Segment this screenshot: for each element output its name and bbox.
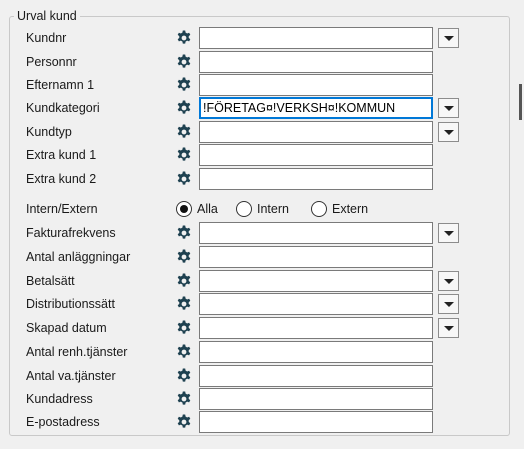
row-kundtyp: Kundtyp [0,121,524,143]
row-intern-extern: Intern/Extern Alla Intern Extern [0,198,524,220]
antal-anlaggningar-field[interactable] [199,246,433,268]
extrakund2-field[interactable] [199,168,433,190]
betalsatt-label: Betalsätt [26,274,75,288]
row-efternamn1: Efternamn 1 [0,74,524,96]
chevron-down-icon[interactable] [438,294,459,314]
gear-icon[interactable] [176,147,192,163]
extrakund2-label: Extra kund 2 [26,172,97,186]
chevron-down-icon[interactable] [438,223,459,243]
radio-alla-indicator[interactable] [176,201,192,217]
gear-icon[interactable] [176,77,192,93]
extrakund1-field[interactable] [199,144,433,166]
radio-extern-label[interactable]: Extern [332,201,368,217]
row-personnr: Personnr [0,51,524,73]
radio-extern-indicator[interactable] [311,201,327,217]
gear-icon[interactable] [176,391,192,407]
row-epostadress: E-postadress [0,411,524,433]
group-title: Urval kund [14,8,80,24]
row-kundnr: Kundnr [0,27,524,49]
row-skapad-datum: Skapad datum [0,317,524,339]
efternamn1-field[interactable] [199,74,433,96]
chevron-down-icon[interactable] [438,318,459,338]
antal-anlaggningar-label: Antal anläggningar [26,250,131,264]
efternamn1-label: Efternamn 1 [26,78,95,92]
radio-intern-label[interactable]: Intern [257,201,289,217]
epostadress-label: E-postadress [26,415,100,429]
intern-extern-label: Intern/Extern [26,202,98,216]
antal-va-field[interactable] [199,365,433,387]
kundnr-label: Kundnr [26,31,67,45]
kundkategori-label: Kundkategori [26,101,100,115]
skapad-datum-field[interactable] [199,317,433,339]
gear-icon[interactable] [176,344,192,360]
kundnr-field[interactable] [199,27,433,49]
row-extrakund2: Extra kund 2 [0,168,524,190]
antal-va-label: Antal va.tjänster [26,369,116,383]
gear-icon[interactable] [176,54,192,70]
radio-alla-label[interactable]: Alla [197,201,218,217]
gear-icon[interactable] [176,249,192,265]
gear-icon[interactable] [176,414,192,430]
radio-intern-indicator[interactable] [236,201,252,217]
row-kundadress: Kundadress [0,388,524,410]
antal-renh-field[interactable] [199,341,433,363]
fakturafrekvens-label: Fakturafrekvens [26,226,116,240]
window-edge-divider [519,84,522,120]
row-fakturafrekvens: Fakturafrekvens [0,222,524,244]
row-antal-va: Antal va.tjänster [0,365,524,387]
personnr-label: Personnr [26,55,77,69]
chevron-down-icon[interactable] [438,28,459,48]
gear-icon[interactable] [176,225,192,241]
gear-icon[interactable] [176,368,192,384]
kundtyp-label: Kundtyp [26,125,72,139]
gear-icon[interactable] [176,171,192,187]
gear-icon[interactable] [176,100,192,116]
extrakund1-label: Extra kund 1 [26,148,97,162]
row-antal-renh: Antal renh.tjänster [0,341,524,363]
skapad-datum-label: Skapad datum [26,321,107,335]
row-distributionssatt: Distributionssätt [0,293,524,315]
row-antal-anlaggningar: Antal anläggningar [0,246,524,268]
betalsatt-field[interactable] [199,270,433,292]
gear-icon[interactable] [176,296,192,312]
row-betalsatt: Betalsätt [0,270,524,292]
chevron-down-icon[interactable] [438,271,459,291]
distributionssatt-field[interactable] [199,293,433,315]
gear-icon[interactable] [176,273,192,289]
row-extrakund1: Extra kund 1 [0,144,524,166]
antal-renh-label: Antal renh.tjänster [26,345,128,359]
gear-icon[interactable] [176,124,192,140]
gear-icon[interactable] [176,30,192,46]
kundadress-field[interactable] [199,388,433,410]
kundkategori-field[interactable] [199,97,433,119]
epostadress-field[interactable] [199,411,433,433]
fakturafrekvens-field[interactable] [199,222,433,244]
distributionssatt-label: Distributionssätt [26,297,115,311]
row-kundkategori: Kundkategori [0,97,524,119]
gear-icon[interactable] [176,320,192,336]
kundtyp-field[interactable] [199,121,433,143]
kundadress-label: Kundadress [26,392,93,406]
chevron-down-icon[interactable] [438,122,459,142]
chevron-down-icon[interactable] [438,98,459,118]
personnr-field[interactable] [199,51,433,73]
